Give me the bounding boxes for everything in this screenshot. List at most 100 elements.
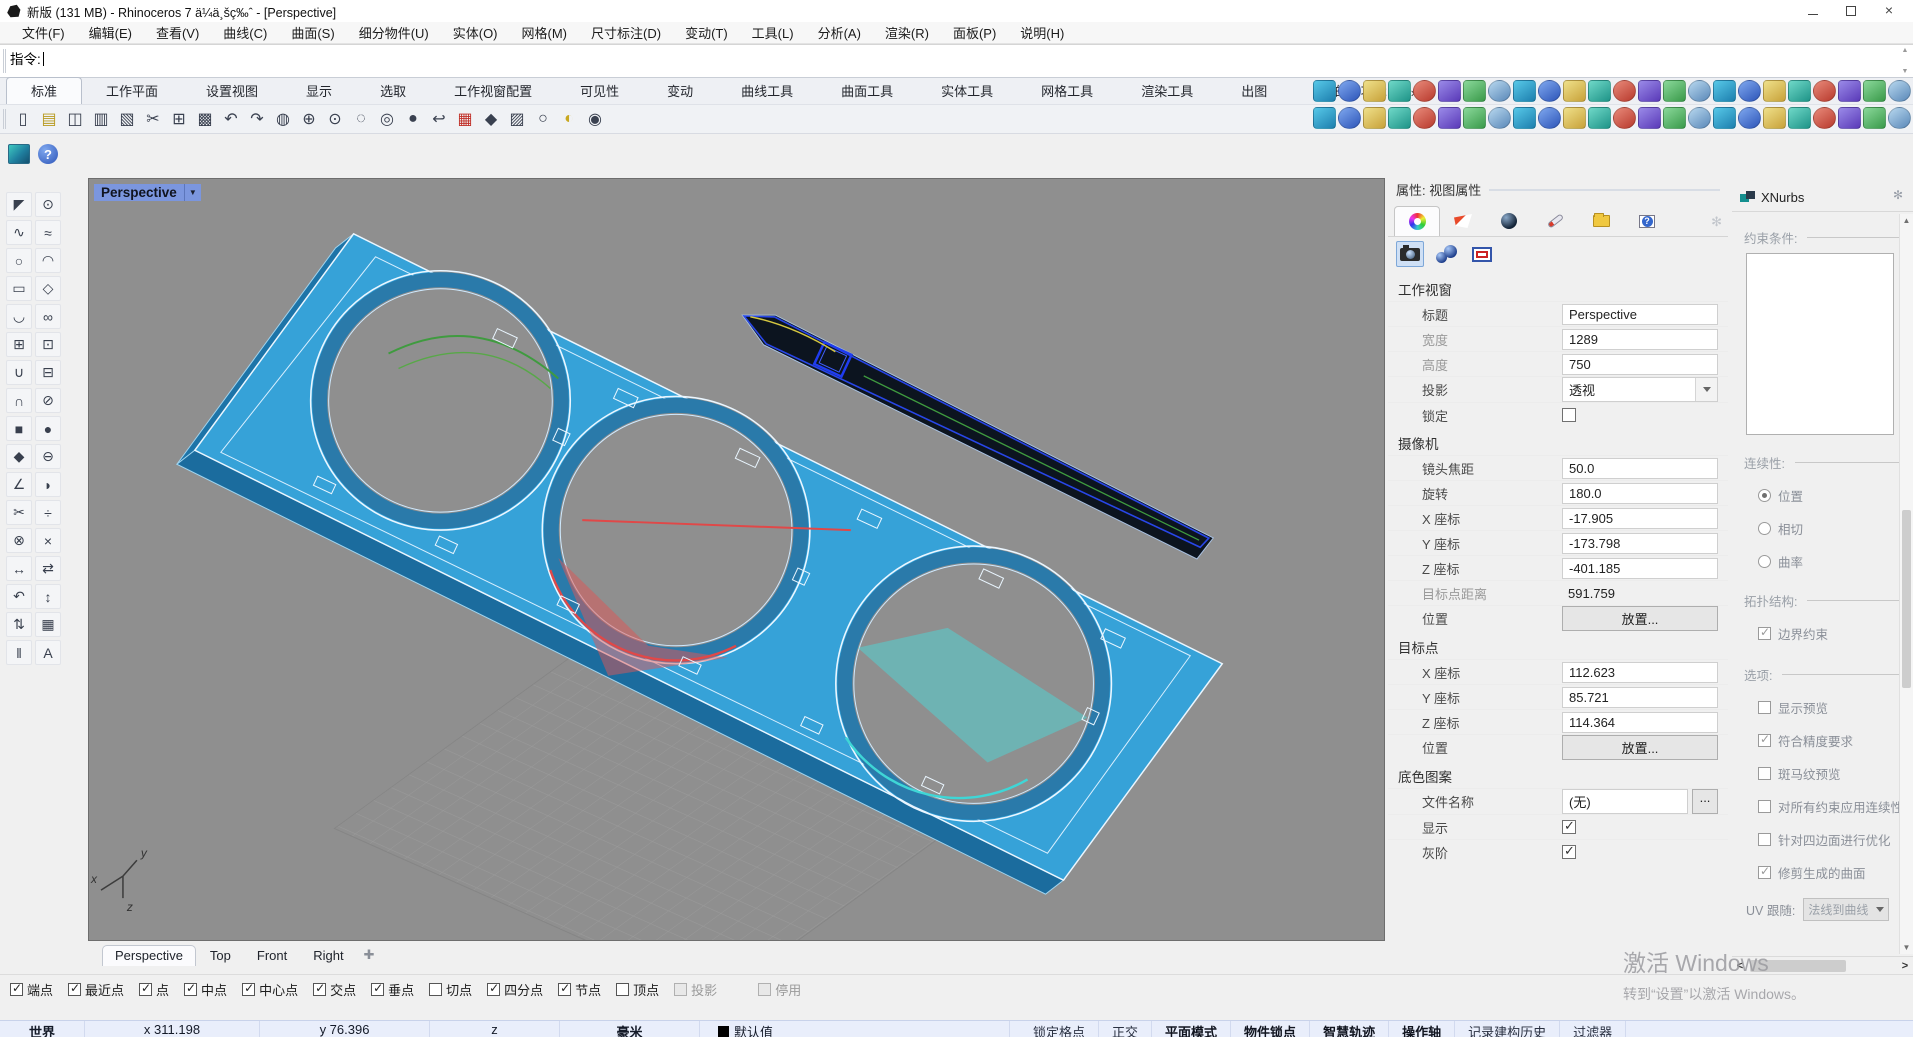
toolbar-icon[interactable]: ▥ [88,107,114,131]
toolbar-icon[interactable]: ◐ [556,107,582,131]
status-toggle[interactable]: 正交 [1099,1021,1152,1037]
osnap-item[interactable]: 节点 [558,980,601,999]
tool-icon[interactable] [1788,107,1811,129]
ribbon-tab[interactable]: 渲染工具 [1117,78,1217,104]
scroll-right-icon[interactable]: > [1897,960,1913,972]
tool-icon[interactable] [1813,80,1836,102]
checkbox-icon[interactable] [184,983,197,996]
tool-icon[interactable] [1863,107,1886,129]
maximize-button[interactable] [1845,5,1857,17]
menu-item[interactable]: 细分物件(U) [347,23,441,42]
toolbar-icon[interactable]: ◡ [6,304,32,329]
toolbar-icon[interactable]: ■ [6,416,32,441]
tool-icon[interactable] [1313,107,1336,129]
toolbar-icon[interactable]: ◎ [374,107,400,131]
ribbon-tab[interactable]: 显示 [282,78,356,104]
viewport-tab[interactable]: Right [301,946,355,966]
scroll-left-icon[interactable]: < [1732,960,1748,972]
toolbar-icon[interactable]: ↔ [6,556,32,581]
viewport-title-input[interactable]: Perspective [1562,304,1718,325]
osnap-item[interactable]: 垂点 [371,980,414,999]
toolbar-icon[interactable]: ● [35,416,61,441]
toolbar-icon[interactable]: ▦ [452,107,478,131]
toolbar-icon[interactable]: ▨ [504,107,530,131]
checkbox-icon[interactable] [487,983,500,996]
toolbar-icon[interactable]: ▦ [35,612,61,637]
toolbar-icon[interactable]: ▧ [114,107,140,131]
osnap-item[interactable]: 顶点 [616,980,659,999]
tool-icon[interactable] [1463,107,1486,129]
continuity-radio[interactable]: 位置 [1758,486,1903,505]
osnap-item[interactable]: 中点 [184,980,227,999]
camera-place-button[interactable]: 放置... [1562,606,1718,631]
gear-icon[interactable]: ✻ [1891,188,1909,206]
menu-item[interactable]: 说明(H) [1008,23,1076,42]
tool-icon[interactable] [1538,107,1561,129]
command-line[interactable]: 指令: ▲▼ [0,44,1913,78]
tool-icon[interactable] [1413,107,1436,129]
tab-help[interactable]: ? [1624,206,1670,236]
tab-material[interactable] [1486,206,1532,236]
checkbox-icon[interactable] [558,983,571,996]
osnap-item[interactable]: 最近点 [68,980,124,999]
toolbar-icon[interactable]: ↶ [6,584,32,609]
osnap-item[interactable]: 端点 [10,980,53,999]
tool-icon[interactable] [1713,107,1736,129]
tool-icon[interactable] [1688,107,1711,129]
ribbon-tab[interactable]: 标准 [6,77,82,104]
tab-folder[interactable] [1578,206,1624,236]
toolbar-icon[interactable]: ÷ [35,500,61,525]
target-y-input[interactable]: 85.721 [1562,687,1718,708]
subtab-frame[interactable] [1468,241,1496,267]
option-checkbox[interactable]: 针对四边面进行优化 [1758,830,1903,849]
checkbox-icon[interactable] [10,983,23,996]
tab-properties[interactable] [1394,206,1440,236]
ribbon-tab[interactable]: 实体工具 [917,78,1017,104]
toolbar-icon[interactable]: ◌ [348,107,374,131]
tool-icon[interactable] [1788,80,1811,102]
tool-icon[interactable] [1863,80,1886,102]
checkbox-icon[interactable] [429,983,442,996]
toolbar-icon[interactable]: ∪ [6,360,32,385]
help-icon[interactable]: ? [38,144,58,164]
tab-display[interactable] [1440,206,1486,236]
menu-item[interactable]: 面板(P) [941,23,1008,42]
subtab-links[interactable] [1432,241,1460,267]
tool-icon[interactable] [1613,107,1636,129]
tool-icon[interactable] [1438,107,1461,129]
status-toggle[interactable]: 操作轴 [1389,1021,1455,1037]
toolbar-icon[interactable]: ‖ [6,640,32,665]
tool-icon[interactable] [1388,107,1411,129]
tool-icon[interactable] [1663,80,1686,102]
minimize-button[interactable] [1807,5,1819,17]
camera-z-input[interactable]: -401.185 [1562,558,1718,579]
status-toggle[interactable]: 物件锁点 [1231,1021,1310,1037]
ribbon-tab[interactable]: 网格工具 [1017,78,1117,104]
add-viewport-icon[interactable]: ✚ [358,945,381,966]
wallpaper-filename-input[interactable]: (无) [1562,789,1688,814]
tool-icon[interactable] [1613,80,1636,102]
toolbar-icon[interactable]: ⊙ [35,192,61,217]
tool-icon[interactable] [1363,107,1386,129]
checkbox-icon[interactable] [139,983,152,996]
tool-icon[interactable] [1838,80,1861,102]
ribbon-tab[interactable]: 出图 [1217,78,1291,104]
tool-icon[interactable] [1338,80,1361,102]
osnap-item[interactable]: 交点 [313,980,356,999]
target-place-button[interactable]: 放置... [1562,735,1718,760]
toolbar-icon[interactable]: ◇ [35,276,61,301]
tool-icon[interactable] [1488,80,1511,102]
camera-y-input[interactable]: -173.798 [1562,533,1718,554]
tool-icon[interactable] [1738,107,1761,129]
tool-icon[interactable] [1638,107,1661,129]
toolbar-icon[interactable]: ↶ [218,107,244,131]
tool-icon[interactable] [1463,80,1486,102]
vertical-scrollbar[interactable]: ▲ ▼ [1899,214,1913,954]
tool-icon[interactable] [1588,80,1611,102]
rotation-input[interactable]: 180.0 [1562,483,1718,504]
toolbar-icon[interactable]: ⊘ [35,388,61,413]
toolbar-icon[interactable]: ● [400,107,426,131]
browse-button[interactable]: ... [1692,789,1718,814]
tool-icon[interactable] [1763,80,1786,102]
wallpaper-show-checkbox[interactable] [1562,820,1576,834]
